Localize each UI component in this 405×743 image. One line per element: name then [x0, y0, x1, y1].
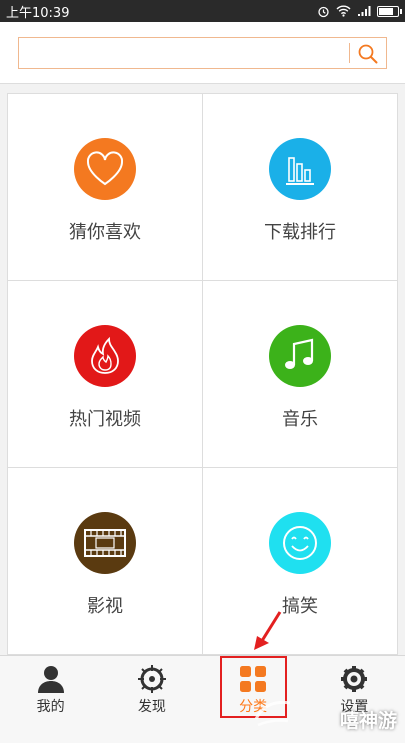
category-label: 猜你喜欢	[69, 222, 141, 243]
category-circle	[269, 325, 331, 387]
category-circle	[74, 138, 136, 200]
category-label: 音乐	[282, 409, 318, 430]
category-grid: 猜你喜欢 下载排行 热门视频 音乐 影视 搞笑	[7, 93, 398, 655]
category-label: 影视	[87, 596, 123, 617]
wifi-icon	[336, 5, 351, 17]
category-circle	[269, 138, 331, 200]
music-note-icon	[285, 338, 314, 369]
signal-icon	[358, 6, 371, 16]
battery-icon	[377, 5, 402, 17]
flame-icon	[91, 336, 119, 374]
tab-discover[interactable]: 发现	[101, 656, 202, 743]
search-divider	[349, 43, 350, 63]
tab-mine[interactable]: 我的	[0, 656, 101, 743]
category-label: 热门视频	[69, 409, 141, 430]
bar-chart-icon	[286, 157, 314, 185]
compass-icon	[137, 665, 166, 693]
category-circle	[74, 512, 136, 574]
search-box[interactable]	[18, 37, 387, 69]
category-like[interactable]: 猜你喜欢	[8, 94, 202, 280]
search-bar	[0, 22, 405, 84]
watermark-logo-icon	[254, 700, 291, 727]
gear-icon	[341, 666, 368, 692]
user-icon	[37, 666, 64, 693]
category-film[interactable]: 影视	[8, 468, 202, 654]
watermark: 嘻神游	[339, 710, 397, 732]
status-bar: 上午10:39	[0, 0, 405, 22]
tab-label: 发现	[137, 699, 166, 715]
category-circle	[74, 325, 136, 387]
status-icons	[317, 5, 402, 18]
pointer-arrow-icon	[254, 611, 282, 650]
category-circle	[269, 512, 331, 574]
heart-icon	[86, 151, 124, 186]
status-time: 上午10:39	[6, 5, 70, 21]
category-hot-video[interactable]: 热门视频	[8, 281, 202, 467]
category-label: 下载排行	[264, 222, 336, 243]
alarm-icon	[318, 6, 329, 17]
category-funny[interactable]: 搞笑	[203, 468, 397, 654]
search-input[interactable]	[19, 38, 344, 68]
smiley-icon	[283, 526, 317, 560]
film-strip-icon	[84, 529, 126, 557]
search-icon[interactable]	[357, 43, 379, 65]
category-download-rank[interactable]: 下载排行	[203, 94, 397, 280]
category-music[interactable]: 音乐	[203, 281, 397, 467]
tab-label: 我的	[36, 699, 65, 715]
